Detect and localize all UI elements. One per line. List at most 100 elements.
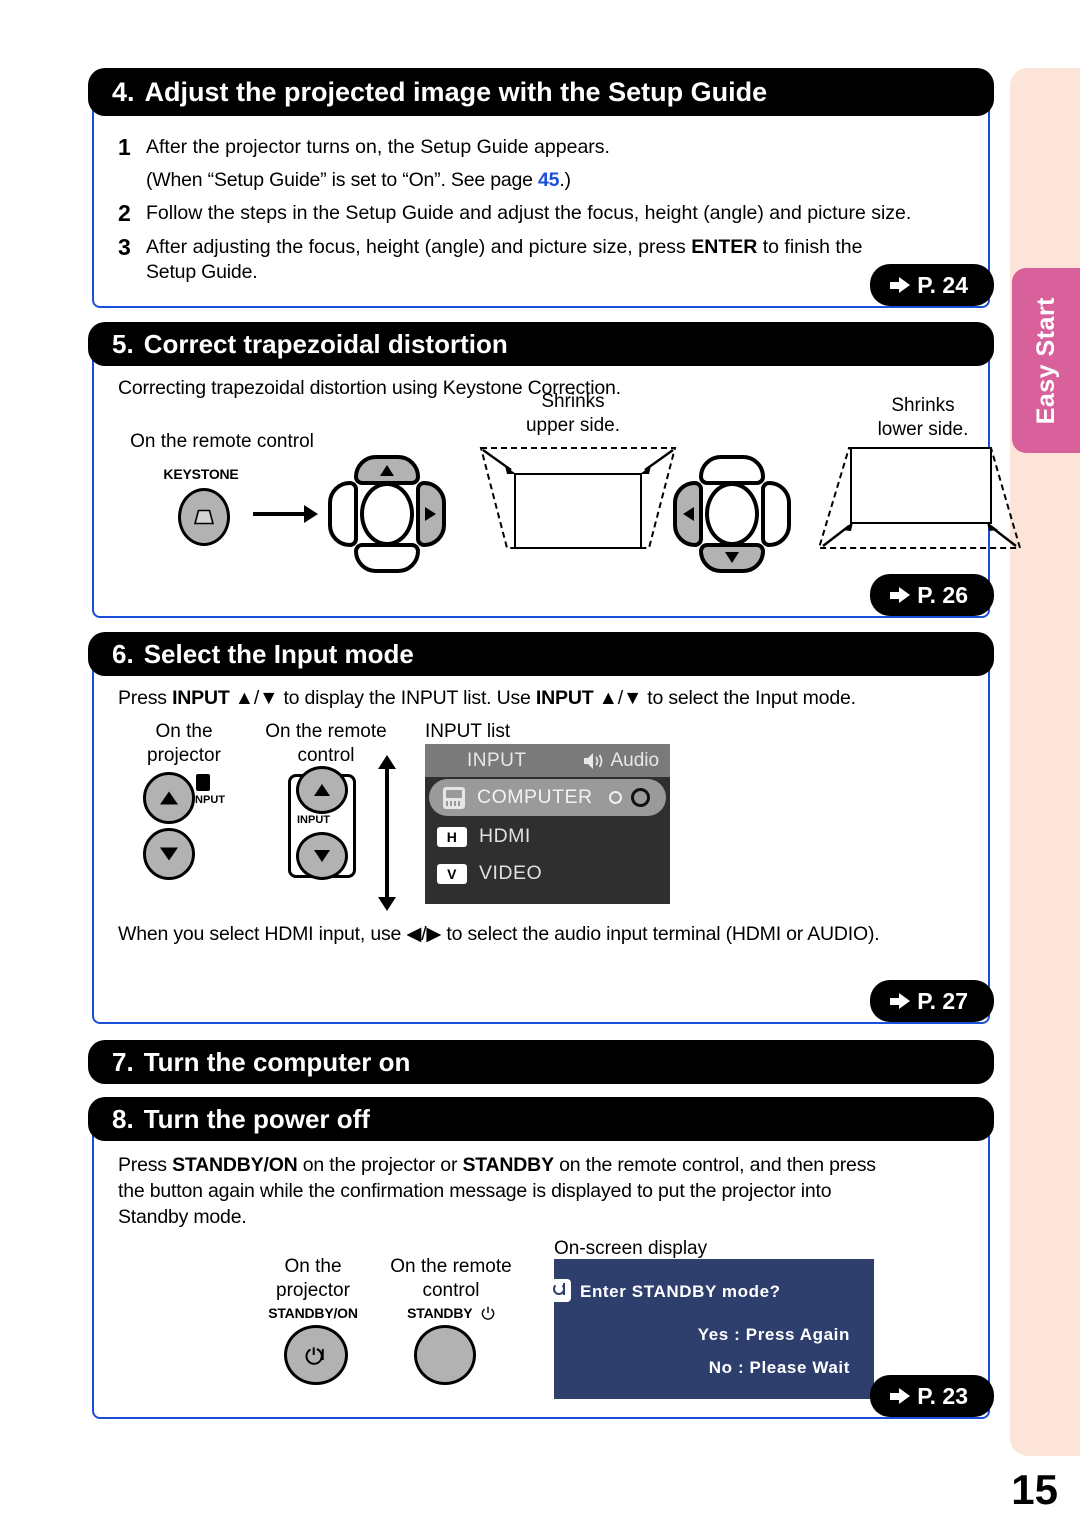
intro-a: Press [118,687,173,709]
dpad-2-up[interactable] [699,455,765,485]
osd-row-label: COMPUTER [477,786,593,808]
triangle-down-icon [160,847,178,861]
section-8-header: 8. Turn the power off [88,1097,994,1141]
keystone-button[interactable] [178,488,230,546]
step-number: 2 [118,200,131,226]
flow-arrow-icon [253,505,318,523]
dpad-1-left[interactable] [328,481,358,547]
section-6-number: 6. [112,638,134,669]
dpad-2-left[interactable] [673,481,703,547]
section-5-header: 5. Correct trapezoidal distortion [88,322,994,366]
dpad-1-down[interactable] [354,543,420,573]
label-shrinks-upper-l2: upper side. [525,415,620,436]
section-7: 7. Turn the computer on [88,1040,994,1084]
section-6-footnote: When you select HDMI input, use ◀/▶ to s… [118,923,880,945]
body-c: on the projector or [297,1154,463,1176]
page-badge-24[interactable]: P. 24 [870,264,994,306]
page-number: 15 [1011,1466,1058,1513]
section-5-title: Correct trapezoidal distortion [143,328,508,359]
projector-input-label: INPUT [192,794,225,806]
label-on-the-remote-control: On the remote control [130,431,314,452]
label-input-list: INPUT list [425,721,511,742]
label-on-the-remote-l1: On the remote [265,721,387,742]
page-badge-label: P. 26 [917,581,968,608]
key-standby-on: STANDBY/ON [172,1154,298,1176]
osd-row-tag: V [437,863,467,884]
projector-input-up-button[interactable] [143,772,195,824]
diagram-shrinks-lower [817,447,1022,549]
arrow-right-icon [890,992,911,1010]
page-badge-26[interactable]: P. 26 [870,574,994,616]
osd-input-list: INPUT Audio COMPUTER H HDMI V VIDEO [425,744,670,904]
dpad-1-up[interactable] [354,455,420,485]
arrow-right-icon [890,1387,911,1405]
osd-standby-dialog: Enter STANDBY mode? Yes : Press Again No… [548,1259,874,1399]
section-5-number: 5. [112,328,134,359]
key-input-1: INPUT [172,687,230,709]
power-icon [548,1279,571,1302]
step-text: After the projector turns on, the Setup … [146,136,610,158]
section-5: 5. Correct trapezoidal distortion Correc… [88,322,1022,618]
step-text-b: to finish the [757,236,863,258]
remote-input-up-button[interactable] [296,766,348,814]
dpad-2-down[interactable] [699,543,765,573]
dpad-2-right[interactable] [761,481,791,547]
section-6-intro: Press INPUT ▲/▼ to display the INPUT lis… [118,686,856,711]
osd-row-hdmi[interactable]: H HDMI [425,818,670,855]
vertical-double-arrow-icon [378,755,396,911]
step-text-a: After adjusting the focus, height (angle… [146,236,692,258]
dpad-2[interactable] [673,455,791,573]
audio-indicator-audio [631,788,650,807]
page-badge-23[interactable]: P. 23 [870,1375,994,1417]
dpad-1-center-ring[interactable] [360,482,414,546]
osd-header-audio: Audio [610,749,660,771]
osd-row-tag: H [437,826,467,847]
label-on-the-projector-l2: projector [147,745,221,766]
step-text: Follow the steps in the Setup Guide and … [146,202,912,224]
key-input-2: INPUT [535,687,594,709]
osd-header: INPUT Audio [425,744,670,777]
intro-c: ▲/▼ to display the INPUT list. Use [229,687,536,709]
osd-row-computer[interactable]: COMPUTER [429,779,666,816]
keystone-button-label: KEYSTONE [163,466,239,482]
body-d: on the remote control, and then press [553,1154,876,1176]
section-4-title: Adjust the projected image with the Setu… [144,76,768,107]
label-shrinks-upper-l1: Shrinks [541,391,605,412]
osd-standby-line3: No : Please Wait [708,1358,850,1377]
dpad-1-right[interactable] [416,481,446,547]
section-4-step-3-line2: Setup Guide. [146,261,258,283]
step-number: 1 [118,134,131,160]
osd-row-video[interactable]: V VIDEO [425,855,670,892]
projector-input-down-button[interactable] [143,828,195,880]
section-4-step-3: 3 After adjusting the focus, height (ang… [118,234,862,260]
section-6-header: 6. Select the Input mode [88,632,994,676]
page-badge-label: P. 27 [917,987,968,1014]
remote-input-label: INPUT [297,814,330,826]
osd-standby-line1-text: Enter STANDBY mode? [580,1282,781,1301]
section-4-step-2: 2 Follow the steps in the Setup Guide an… [118,200,911,226]
section-8-title: Turn the power off [143,1103,370,1134]
page-badge-27[interactable]: P. 27 [870,980,994,1022]
label-shrinks-lower-l1: Shrinks [891,395,955,416]
projector-input-glyph-icon [196,774,210,791]
remote-input-down-button[interactable] [296,832,348,880]
dpad-2-center-ring[interactable] [705,482,759,546]
diagram-shrinks-upper [479,447,677,549]
label-on-the-projector-l1: On the [155,721,213,742]
page-ref-45[interactable]: 45 [538,169,559,191]
remote-standby-label: STANDBY [366,1305,536,1321]
remote-standby-button[interactable] [414,1325,476,1385]
keystone-trapezoid-icon [194,509,214,525]
arrow-right-icon [890,586,911,604]
projector-standby-button[interactable] [284,1325,348,1385]
osd-row-label: HDMI [479,825,531,847]
remote-standby-text: STANDBY [407,1305,473,1321]
triangle-up-icon [314,784,330,796]
power-symbol-icon [481,1306,495,1320]
audio-indicator-hdmi [609,791,622,804]
section-7-header: 7. Turn the computer on [88,1040,994,1084]
side-tab-easy-start[interactable]: Easy Start [1012,268,1080,453]
section-4-header: 4. Adjust the projected image with the S… [88,68,994,116]
triangle-up-icon [160,791,178,805]
dpad-1[interactable] [328,455,446,573]
